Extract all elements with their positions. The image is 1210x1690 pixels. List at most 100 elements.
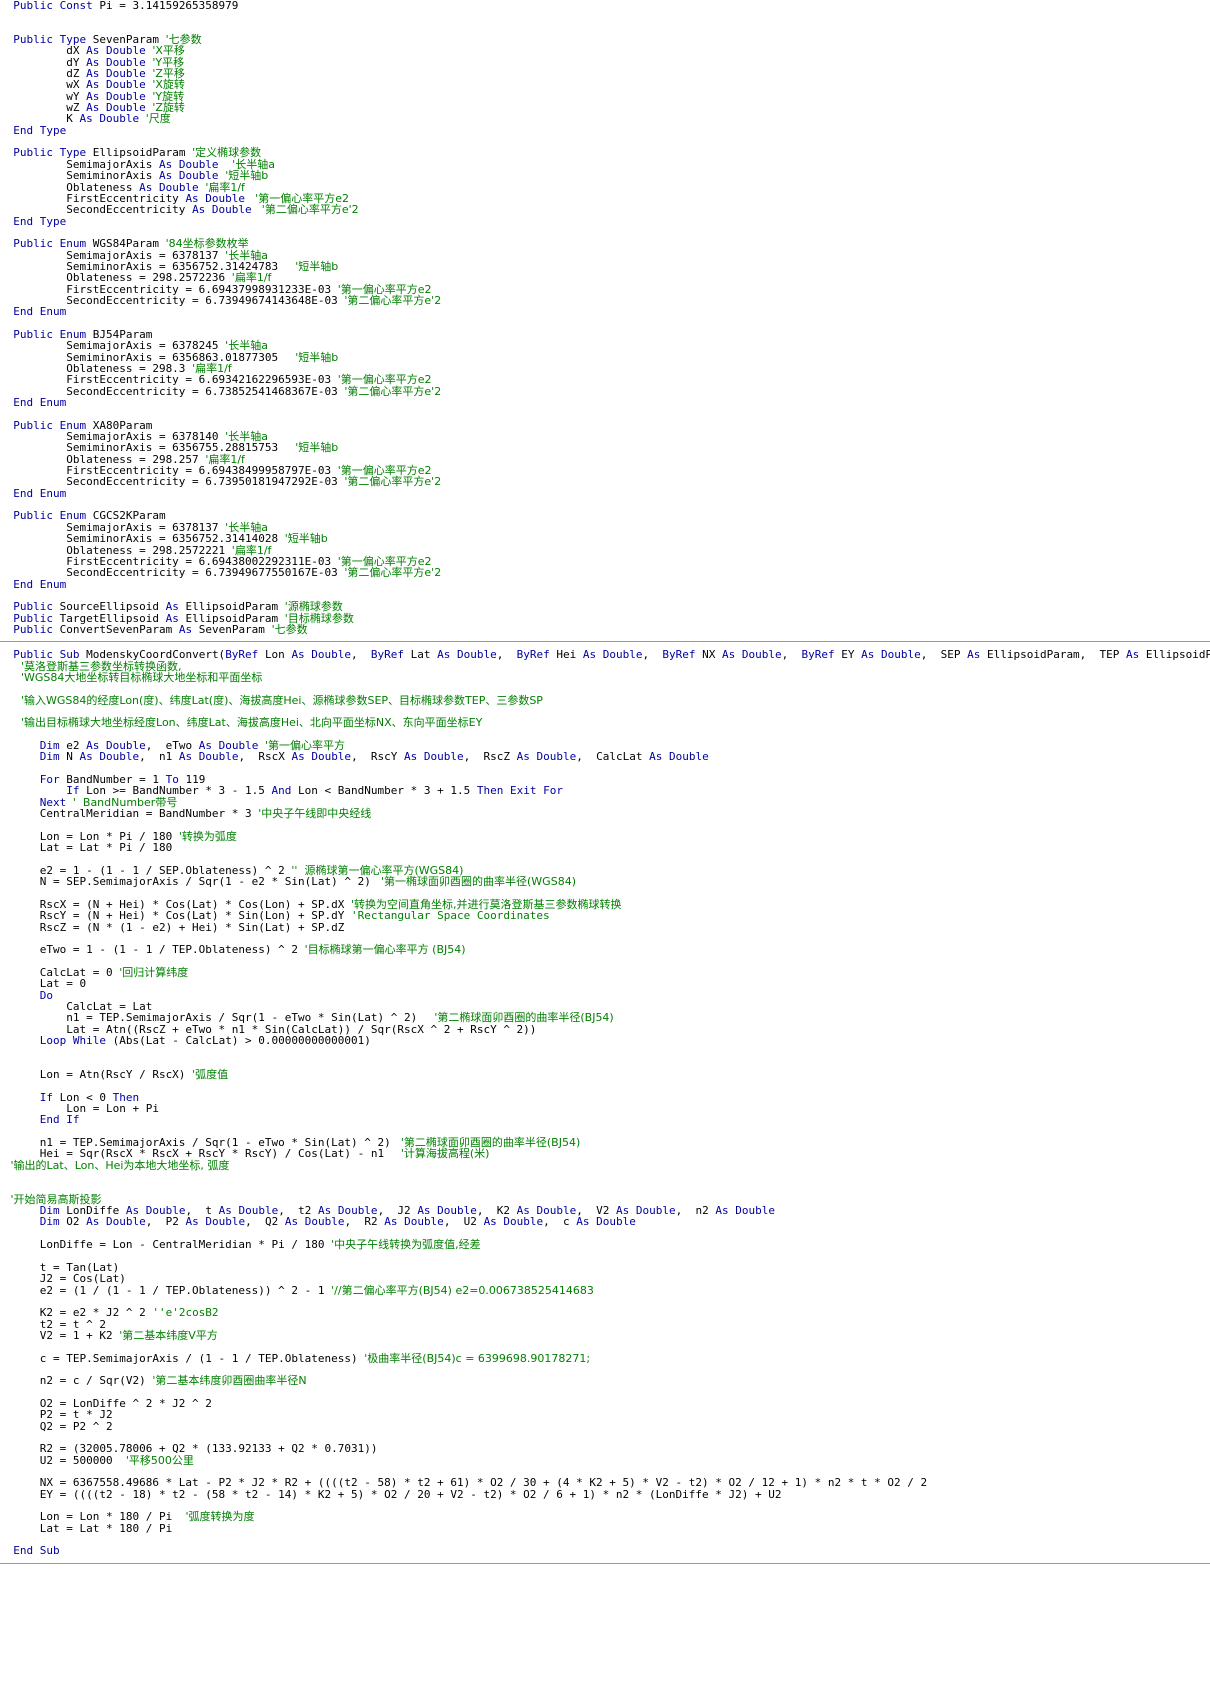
code-line[interactable]: Lat = Lat * Pi / 180 — [0, 842, 1210, 853]
code-comment: '平移500公里 — [125, 1453, 194, 1467]
code-line[interactable]: CalcLat = 0 '回归计算纬度 — [0, 967, 1210, 978]
code-line[interactable]: Lon = Lon * 180 / Pi '弧度转换为度 — [0, 1511, 1210, 1522]
code-keyword: ByRef — [370, 648, 411, 662]
code-line[interactable]: eTwo = 1 - (1 - 1 / TEP.Oblateness) ^ 2 … — [0, 944, 1210, 955]
code-line[interactable] — [0, 318, 1210, 329]
code-line[interactable]: c = TEP.SemimajorAxis / (1 - 1 / TEP.Obl… — [0, 1351, 1210, 1365]
code-line[interactable]: Lat = Lat * 180 / Pi — [0, 1523, 1210, 1534]
code-line[interactable]: Dim N As Double, n1 As Double, RscX As D… — [0, 751, 1210, 762]
code-line[interactable] — [0, 1080, 1210, 1091]
code-line[interactable]: SecondEccentricity As Double '第二偏心率平方e'2 — [0, 204, 1210, 215]
code-line[interactable]: Public Const Pi = 3.14159265358979 — [0, 0, 1210, 11]
code-comment: '输出目标椭球大地坐标经度Lon、纬度Lat、海拔高度Hei、北向平面坐标NX、… — [0, 716, 483, 730]
code-line[interactable]: K2 = e2 * J2 ^ 2 ''e'2cosB2 — [0, 1307, 1210, 1318]
code-line[interactable]: LonDiffe = Lon - CentralMeridian * Pi / … — [0, 1239, 1210, 1250]
code-line[interactable]: SecondEccentricity = 6.73949677550167E-0… — [0, 567, 1210, 578]
code-line[interactable]: End Enum — [0, 397, 1210, 408]
code-line[interactable]: '输入WGS84的经度Lon(度)、纬度Lat(度)、海拔高度Hei、源椭球参数… — [0, 694, 1210, 706]
code-line[interactable]: End Type — [0, 125, 1210, 136]
code-line[interactable]: Q2 = P2 ^ 2 — [0, 1420, 1210, 1432]
code-text: , n2 — [675, 1204, 716, 1218]
code-line[interactable]: Dim O2 As Double, P2 As Double, Q2 As Do… — [0, 1216, 1210, 1227]
code-line[interactable]: SecondEccentricity = 6.73852541468367E-0… — [0, 386, 1210, 397]
code-line[interactable]: SecondEccentricity = 6.73949674143648E-0… — [0, 295, 1210, 306]
code-line[interactable]: Lon = Atn(RscY / RscX) '弧度值 — [0, 1069, 1210, 1080]
code-keyword: End Enum — [13, 486, 67, 500]
code-text: , P2 — [145, 1215, 186, 1229]
code-text: , CalcLat — [576, 750, 650, 764]
code-line[interactable]: Lat = 0 — [0, 978, 1210, 989]
bottom-divider — [0, 1562, 1210, 1564]
code-text: EllipsoidParam, TEP — [986, 648, 1127, 662]
code-line[interactable]: CentralMeridian = BandNumber * 3 '中央子午线即… — [0, 808, 1210, 819]
code-comment: ''e'2cosB2 — [152, 1306, 219, 1320]
code-keyword: As Double — [483, 1215, 544, 1229]
code-line[interactable] — [0, 499, 1210, 510]
module-declarations-block[interactable]: Public Const Pi = 3.14159265358979 Publi… — [0, 0, 1210, 635]
code-line[interactable] — [0, 1171, 1210, 1182]
code-text: N = SEP.SemimajorAxis / Sqr(1 - e2 * Sin… — [0, 875, 378, 889]
code-line[interactable]: End Enum — [0, 488, 1210, 499]
code-line[interactable]: e2 = (1 / (1 - 1 / TEP.Oblateness)) ^ 2 … — [0, 1283, 1210, 1297]
code-line[interactable]: End Sub — [0, 1545, 1210, 1556]
code-line[interactable]: If Lon < 0 Then — [0, 1091, 1210, 1103]
code-line[interactable]: wZ As Double 'Z旋转 — [0, 102, 1210, 113]
code-text: Lat = Lat * Pi / 180 — [0, 841, 173, 855]
code-comment: '第二偏心率平方e'2 — [344, 475, 442, 489]
code-line[interactable]: Do — [0, 989, 1210, 1001]
code-line[interactable]: RscZ = (N * (1 - e2) + Hei) * Sin(Lat) +… — [0, 921, 1210, 933]
code-line[interactable]: V2 = 1 + K2 '第二基本纬度V平方 — [0, 1330, 1210, 1341]
code-line[interactable]: End Type — [0, 215, 1210, 227]
code-comment: '//第二偏心率平方(BJ54) e2=0.006738525414683 — [331, 1283, 594, 1297]
procedure-block[interactable]: Public Sub ModenskyCoordConvert(ByRef Lo… — [0, 649, 1210, 1557]
code-line[interactable]: End If — [0, 1114, 1210, 1125]
code-line[interactable] — [0, 408, 1210, 419]
code-line[interactable]: O2 = LonDiffe ^ 2 * J2 ^ 2 — [0, 1398, 1210, 1409]
code-line[interactable]: K As Double '尺度 — [0, 113, 1210, 124]
code-keyword: As — [178, 622, 199, 636]
code-line[interactable]: EY = ((((t2 - 18) * t2 - (58 * t2 - 14) … — [0, 1489, 1210, 1500]
code-text: , — [781, 648, 802, 662]
code-line[interactable]: SecondEccentricity = 6.73950181947292E-0… — [0, 476, 1210, 487]
code-line[interactable]: Lon = Lon * Pi / 180 '转换为弧度 — [0, 831, 1210, 842]
code-line[interactable] — [0, 11, 1210, 22]
code-comment: '中央子午线即中央经线 — [258, 807, 372, 821]
code-text: ConvertSevenParam — [59, 622, 179, 636]
code-text: , — [642, 648, 663, 662]
code-text: EY — [841, 648, 862, 662]
code-keyword: As Double — [582, 648, 643, 662]
code-text: , SEP — [920, 648, 968, 662]
code-line[interactable]: End Enum — [0, 306, 1210, 317]
code-comment: '第二基本纬度卯酉圈曲率半径N — [152, 1374, 307, 1388]
code-line[interactable]: Public ConvertSevenParam As SevenParam '… — [0, 624, 1210, 635]
code-comment: '短半轴b — [284, 532, 328, 546]
code-keyword: As Double — [284, 1215, 345, 1229]
code-comment: '输出的Lat、Lon、Hei为本地大地坐标, 弧度 — [0, 1158, 230, 1172]
code-line[interactable]: 'WGS84大地坐标转目标椭球大地坐标和平面坐标 — [0, 672, 1210, 683]
code-keyword: Loop While — [39, 1033, 113, 1047]
code-line[interactable]: End Enum — [0, 578, 1210, 590]
code-line[interactable]: N = SEP.SemimajorAxis / Sqr(1 - e2 * Sin… — [0, 876, 1210, 887]
code-comment: '第二偏心率平方e'2 — [344, 566, 442, 580]
code-comment: '极曲率半径(BJ54)c = 6399698.90178271; — [364, 1351, 591, 1365]
code-line[interactable]: Public Sub ModenskyCoordConvert(ByRef Lo… — [0, 649, 1210, 660]
code-line[interactable]: n2 = c / Sqr(V2) '第二基本纬度卯酉圈曲率半径N — [0, 1375, 1210, 1386]
code-keyword: Dim — [39, 1215, 67, 1229]
code-text: Lon — [264, 648, 292, 662]
code-text: , — [351, 648, 371, 662]
code-line[interactable]: t = Tan(Lat) — [0, 1262, 1210, 1273]
code-line[interactable]: Lon = Lon + Pi — [0, 1103, 1210, 1114]
code-line[interactable] — [0, 1250, 1210, 1261]
code-line[interactable] — [0, 1046, 1210, 1057]
code-line[interactable]: '输出目标椭球大地坐标经度Lon、纬度Lat、海拔高度Hei、北向平面坐标NX、… — [0, 717, 1210, 728]
code-text: , n1 — [139, 750, 179, 764]
code-line[interactable] — [0, 1182, 1210, 1193]
code-comment: '七参数 — [271, 622, 308, 636]
code-line[interactable]: U2 = 500000 '平移500公里 — [0, 1453, 1210, 1467]
code-line[interactable]: If Lon >= BandNumber * 3 - 1.5 And Lon <… — [0, 785, 1210, 796]
code-line[interactable]: Loop While (Abs(Lat - CalcLat) > 0.00000… — [0, 1035, 1210, 1046]
code-line[interactable]: '输出的Lat、Lon、Hei为本地大地坐标, 弧度 — [0, 1160, 1210, 1171]
code-line[interactable]: P2 = t * J2 — [0, 1409, 1210, 1420]
code-line[interactable] — [0, 1534, 1210, 1545]
